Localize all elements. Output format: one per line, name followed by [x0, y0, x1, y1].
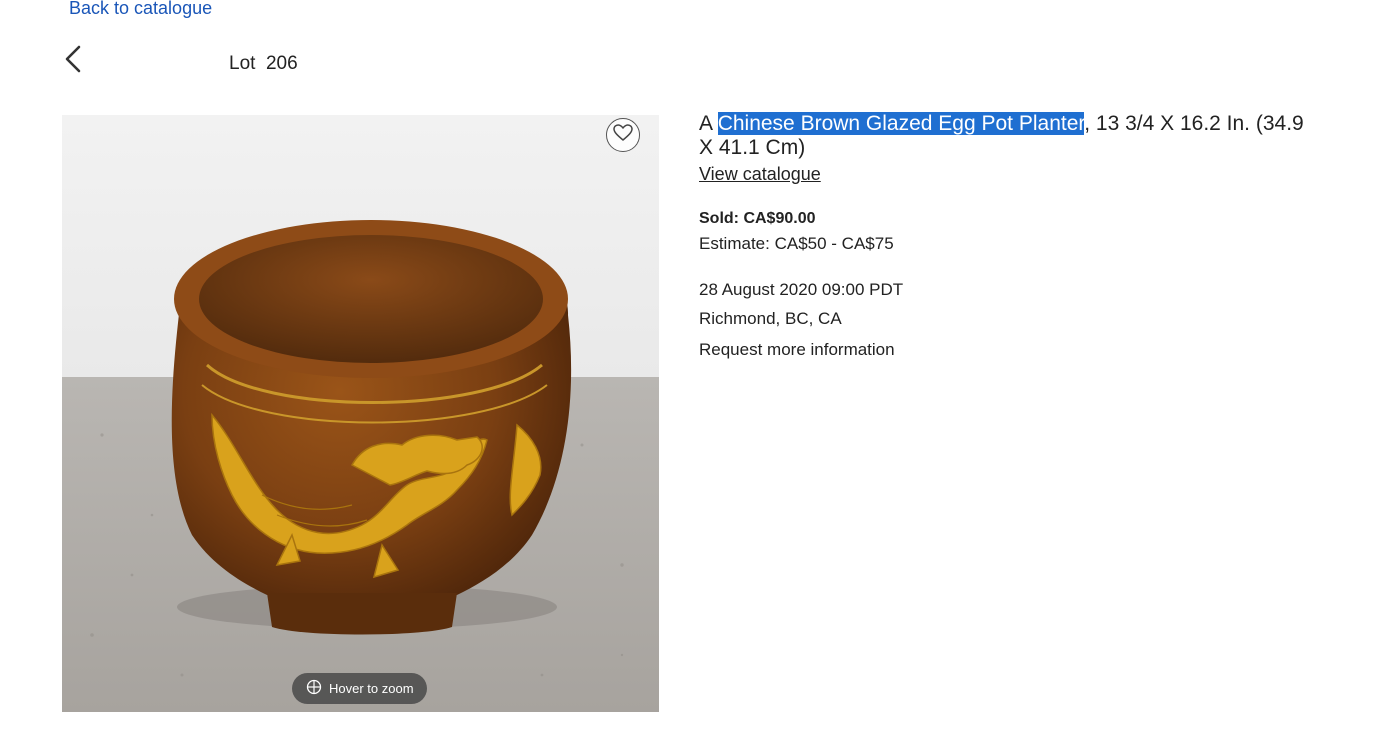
crosshair-globe-icon	[306, 679, 322, 698]
zoom-hint-label: Hover to zoom	[329, 681, 414, 696]
lot-details: A Chinese Brown Glazed Egg Pot Planter, …	[699, 112, 1319, 360]
favorite-button[interactable]	[606, 118, 640, 152]
lot-navigation: Lot 206	[62, 44, 362, 78]
sold-price: Sold: CA$90.00	[699, 210, 816, 227]
auction-date: 28 August 2020 09:00 PDT	[699, 280, 904, 299]
hover-to-zoom-hint: Hover to zoom	[292, 673, 427, 704]
heart-icon	[613, 123, 633, 147]
title-prefix: A	[699, 112, 718, 135]
view-catalogue-link[interactable]: View catalogue	[699, 164, 821, 185]
estimate: Estimate: CA$50 - CA$75	[699, 234, 894, 253]
request-info-link[interactable]: Request more information	[699, 340, 1319, 360]
lot-image[interactable]: Hover to zoom	[62, 115, 659, 712]
back-to-catalogue-link[interactable]: Back to catalogue	[69, 0, 212, 19]
lot-number: Lot 206	[229, 53, 298, 74]
title-selected-text: Chinese Brown Glazed Egg Pot Planter	[717, 112, 1085, 135]
chevron-left-icon[interactable]	[62, 44, 86, 76]
lot-title: A Chinese Brown Glazed Egg Pot Planter, …	[699, 112, 1319, 160]
planter-photo	[62, 115, 659, 712]
auction-location: Richmond, BC, CA	[699, 309, 842, 328]
